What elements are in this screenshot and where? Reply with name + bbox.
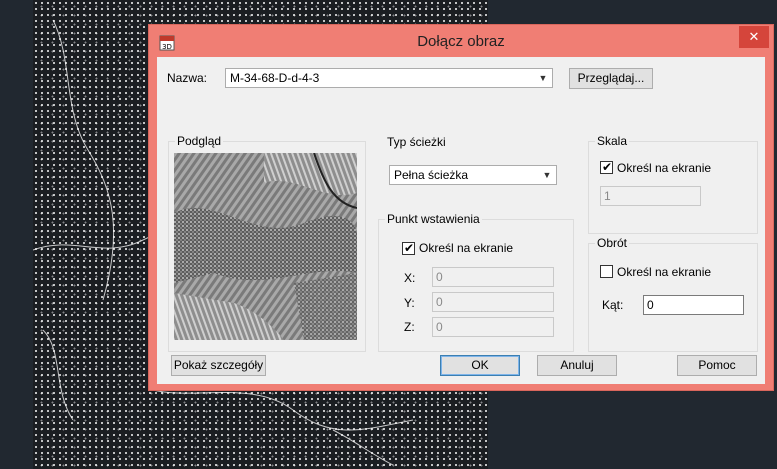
- name-label: Nazwa:: [167, 71, 208, 85]
- path-type-value: Pełna ścieżka: [394, 168, 469, 182]
- insertion-specify-label: Określ na ekranie: [419, 241, 514, 255]
- checkmark-icon: ✔: [602, 160, 613, 174]
- image-preview: [174, 153, 357, 340]
- angle-label: Kąt:: [602, 298, 624, 312]
- angle-field[interactable]: 0: [643, 295, 744, 315]
- rotation-caption: Obrót: [595, 236, 630, 250]
- scale-caption: Skala: [595, 134, 630, 148]
- browse-button[interactable]: Przeglądaj...: [569, 68, 653, 89]
- path-type-combobox[interactable]: Pełna ścieżka ▼: [389, 165, 557, 185]
- dialog-title: Dołącz obraz: [417, 33, 505, 50]
- chevron-down-icon: ▼: [538, 73, 548, 83]
- show-details-button[interactable]: Pokaż szczegóły: [171, 355, 266, 376]
- chevron-down-icon: ▼: [542, 170, 552, 180]
- cancel-button[interactable]: Anuluj: [537, 355, 617, 376]
- preview-caption: Podgląd: [175, 134, 224, 148]
- y-label: Y:: [404, 296, 415, 310]
- x-label: X:: [404, 271, 416, 285]
- insertion-point-caption: Punkt wstawienia: [385, 212, 482, 226]
- scale-field[interactable]: 1: [600, 186, 701, 206]
- help-button[interactable]: Pomoc: [677, 355, 757, 376]
- ok-button[interactable]: OK: [440, 355, 520, 376]
- path-type-caption: Typ ścieżki: [387, 135, 446, 149]
- rotation-specify-checkbox[interactable]: [600, 265, 613, 278]
- y-field[interactable]: 0: [432, 292, 554, 312]
- z-label: Z:: [404, 320, 415, 334]
- checkmark-icon: ✔: [404, 241, 415, 255]
- scale-specify-checkbox[interactable]: ✔: [600, 160, 613, 174]
- insertion-specify-checkbox[interactable]: ✔: [402, 241, 415, 255]
- scale-specify-label: Określ na ekranie: [617, 161, 712, 175]
- x-field[interactable]: 0: [432, 267, 554, 287]
- dialog-titlebar[interactable]: 3D Dołącz obraz ✕: [149, 25, 773, 57]
- rotation-specify-label: Określ na ekranie: [617, 265, 712, 279]
- close-icon: ✕: [748, 29, 760, 44]
- z-field[interactable]: 0: [432, 317, 554, 337]
- name-combobox[interactable]: M-34-68-D-d-4-3 ▼: [225, 68, 553, 88]
- attach-image-dialog: 3D Dołącz obraz ✕ Nazwa: M-34-68-D-d-4-3…: [148, 24, 774, 391]
- dialog-client-area: Nazwa: M-34-68-D-d-4-3 ▼ Przeglądaj... P…: [157, 57, 765, 384]
- name-value: M-34-68-D-d-4-3: [230, 71, 320, 85]
- close-button[interactable]: ✕: [739, 26, 769, 48]
